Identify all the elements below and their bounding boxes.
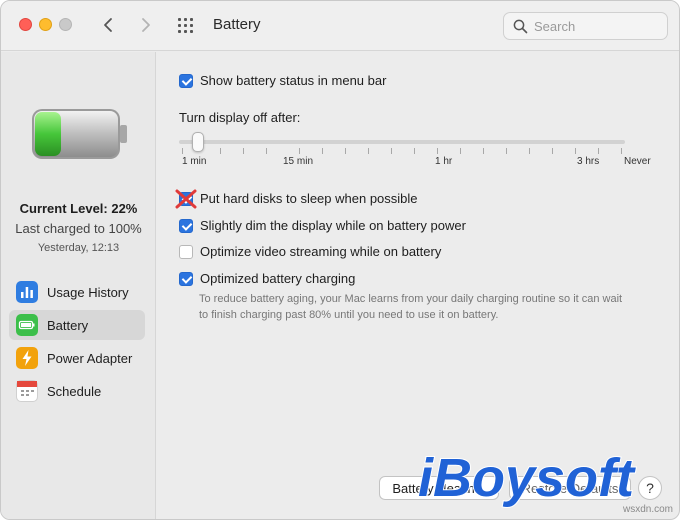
optimized-charging-row: Optimized battery charging [179, 271, 355, 286]
close-window-button[interactable] [19, 18, 32, 31]
restore-defaults-button[interactable]: Restore Defaults [509, 476, 631, 500]
sidebar-item-label: Usage History [47, 284, 129, 300]
slider-thumb[interactable] [192, 132, 204, 152]
last-charged-time: Yesterday, 12:13 [37, 242, 120, 254]
slider-tick-label: 3 hrs [577, 156, 600, 167]
zoom-window-button[interactable] [59, 18, 72, 31]
slider-tick [598, 148, 599, 154]
sidebar-item-schedule[interactable]: Schedule [9, 376, 145, 406]
sidebar-item-battery[interactable]: Battery [9, 310, 145, 340]
dim-display-label: Slightly dim the display while on batter… [200, 218, 466, 233]
slider-tick [266, 148, 267, 154]
slider-tick [182, 148, 183, 154]
usage-history-icon [16, 281, 38, 303]
display-off-label: Turn display off after: [179, 110, 301, 125]
battery-icon [16, 314, 38, 336]
sidebar-item-label: Schedule [47, 383, 102, 399]
window-title: Battery [213, 16, 261, 33]
back-button[interactable] [97, 13, 119, 37]
video-streaming-checkbox[interactable] [179, 244, 193, 259]
search-input[interactable] [534, 17, 662, 36]
sidebar: Current Level: 22% Last charged to 100% … [1, 52, 156, 519]
slider-tick-label: 15 min [283, 156, 314, 167]
video-streaming-label: Optimize video streaming while on batter… [200, 244, 442, 259]
slider-tick [506, 148, 507, 154]
slider-tick [483, 148, 484, 154]
chevron-right-icon [142, 18, 150, 32]
battery-level-icon [32, 109, 127, 159]
system-preferences-window: Battery Search Current Level: 22% Last c… [0, 0, 680, 520]
red-cross-mark-icon [175, 189, 197, 209]
slider-tick [414, 148, 415, 154]
slider-tick [437, 148, 438, 154]
slider-tick [391, 148, 392, 154]
slider-tick-label: Never [624, 156, 651, 167]
sidebar-item-power-adapter[interactable]: Power Adapter [9, 343, 145, 373]
sidebar-item-usage-history[interactable]: Usage History [9, 277, 145, 307]
optimized-charging-note-line-1: To reduce battery aging, your Mac learns… [199, 293, 623, 305]
hard-disks-row: Put hard disks to sleep when possible [179, 191, 418, 206]
battery-health-button[interactable]: Battery Health... [379, 476, 499, 500]
show-status-row: Show battery status in menu bar [179, 73, 386, 88]
help-button[interactable]: ? [638, 476, 662, 500]
dim-display-row: Slightly dim the display while on batter… [179, 218, 466, 233]
slider-tick [220, 148, 221, 154]
current-level-text: Current Level: 22% [19, 201, 138, 216]
display-off-slider[interactable] [179, 132, 625, 162]
search-icon [513, 19, 528, 34]
show-status-label: Show battery status in menu bar [200, 73, 387, 88]
video-streaming-row: Optimize video streaming while on batter… [179, 244, 441, 259]
dim-display-checkbox[interactable] [179, 218, 193, 233]
forward-button[interactable] [135, 13, 157, 37]
slider-tick [322, 148, 323, 154]
slider-tick [299, 148, 300, 154]
optimized-charging-note-line-2: to finish charging past 80% until you ne… [199, 309, 499, 321]
slider-tick [575, 148, 576, 154]
minimize-window-button[interactable] [39, 18, 52, 31]
toolbar: Battery [1, 1, 679, 51]
slider-tick-label: 1 hr [435, 156, 453, 167]
sidebar-item-label: Battery [47, 317, 89, 333]
schedule-icon [16, 380, 38, 402]
optimized-charging-checkbox[interactable] [179, 271, 193, 286]
slider-tick [552, 148, 553, 154]
slider-tick [621, 148, 622, 154]
site-watermark: wsxdn.com [623, 504, 674, 515]
show-all-grid-icon[interactable] [177, 15, 197, 35]
slider-tick [529, 148, 530, 154]
slider-tick [460, 148, 461, 154]
slider-tick [368, 148, 369, 154]
slider-tick [243, 148, 244, 154]
slider-tick-label: 1 min [182, 156, 207, 167]
sidebar-item-label: Power Adapter [47, 350, 133, 366]
hard-disks-label: Put hard disks to sleep when possible [200, 191, 418, 206]
slider-tick [345, 148, 346, 154]
chevron-left-icon [104, 18, 112, 32]
battery-settings-panel: Show battery status in menu bar Turn dis… [157, 52, 679, 519]
slider-track [179, 140, 625, 144]
power-adapter-icon [16, 347, 38, 369]
show-status-checkbox[interactable] [179, 73, 193, 88]
optimized-charging-label: Optimized battery charging [200, 271, 356, 286]
last-charged-text: Last charged to 100% [15, 221, 142, 236]
search-field[interactable] [503, 12, 668, 40]
